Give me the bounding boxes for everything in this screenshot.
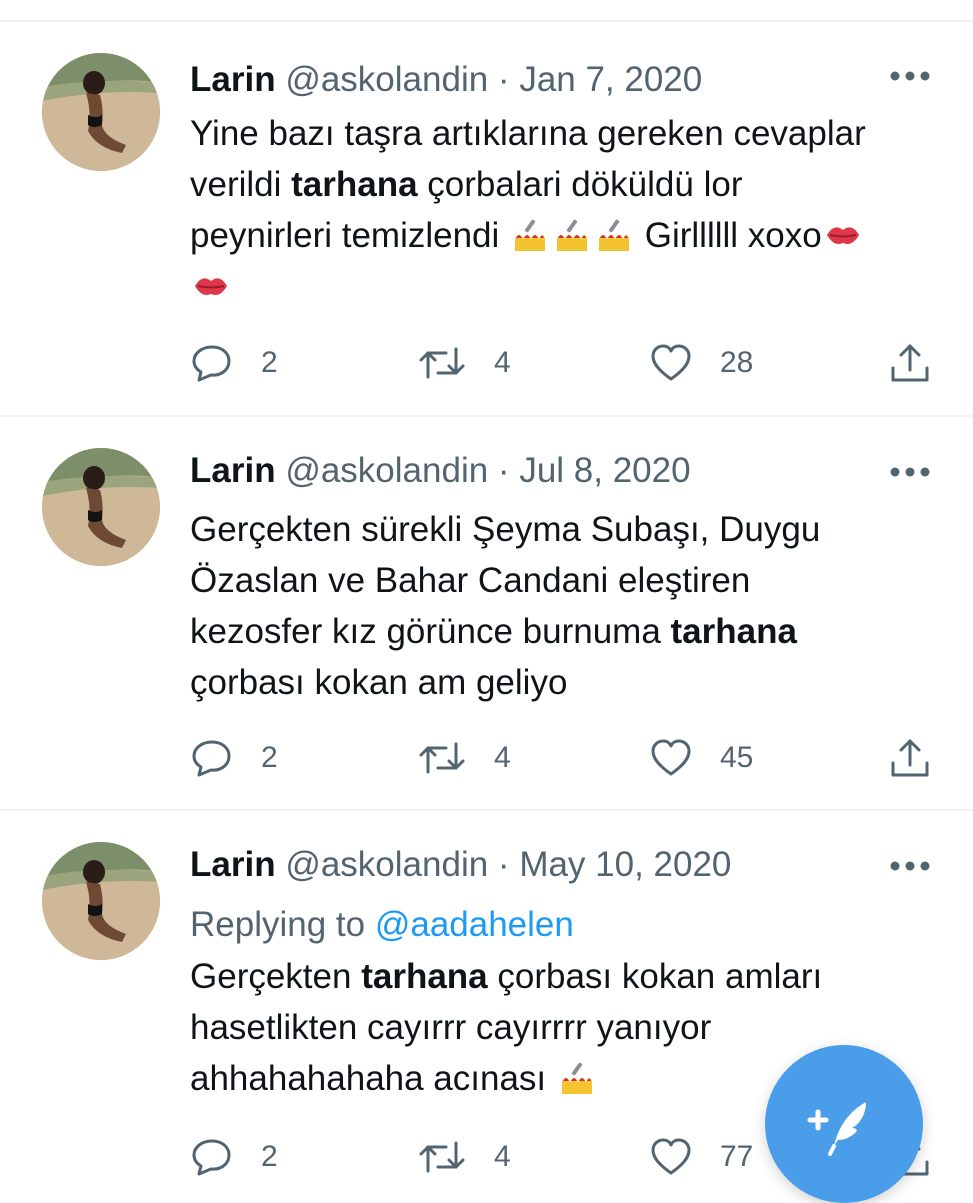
tweet-actions: 2 4 28 [0,338,973,388]
like-count: 45 [720,741,754,774]
text-line: verildi [190,165,292,204]
reply-count: 2 [261,346,278,379]
highlighted-term: tarhana [670,612,797,651]
retweet-icon [419,742,465,774]
kiss-mark-emoji [194,277,228,296]
text-line: Yine bazı taşra artıklarına gereken ceva… [190,114,866,153]
avatar[interactable] [42,53,160,171]
tweet-header: Larin @askolandin · Jul 8, 2020 [190,449,691,493]
reply-icon [192,740,231,777]
reply-count: 2 [261,741,278,774]
like-count: 77 [720,1140,754,1173]
compose-tweet-button[interactable] [765,1045,923,1203]
tweet-header: Larin @askolandin · May 10, 2020 [190,843,731,887]
author-handle[interactable]: @askolandin [285,60,488,99]
text-line: çorbası kokan am geliyo [190,663,568,702]
retweet-count: 4 [494,741,511,774]
text-line: ahhahahahaha acınası [190,1059,556,1098]
tweet-actions: 2 4 45 [0,733,973,783]
text-line: Girllllll xoxo [635,216,822,255]
more-icon[interactable] [888,462,932,482]
avatar[interactable] [42,448,160,566]
text-line: çorbası kokan amları [487,957,823,996]
retweet-count: 4 [494,346,511,379]
nail-polish-emoji [599,219,630,251]
reply-button[interactable]: 2 [191,733,278,783]
retweet-button[interactable]: 4 [418,733,511,783]
like-icon [651,1138,691,1175]
share-icon [891,344,929,382]
text-line: çorbalari döküldü lor [417,165,743,204]
highlighted-term: tarhana [291,165,418,204]
retweet-icon [419,347,465,379]
author-name[interactable]: Larin [190,845,276,884]
text-line: peynirleri temizlendi [190,216,510,255]
more-icon[interactable] [888,66,932,86]
nail-polish-emoji [515,219,546,251]
text-line: kezosfer kız görünce burnuma [190,612,671,651]
like-button[interactable]: 28 [650,338,753,388]
tweet-date[interactable]: May 10, 2020 [519,845,731,884]
avatar[interactable] [42,842,160,960]
like-icon [651,344,691,381]
tweet-header: Larin @askolandin · Jan 7, 2020 [190,58,702,102]
reply-icon [192,345,231,382]
text-line: Özaslan ve Bahar Candani eleştiren [190,561,751,600]
highlighted-term: tarhana [361,957,488,996]
replying-to: Replying to @aadahelen [190,903,574,947]
kiss-mark-emoji [825,226,860,245]
replying-to-mention[interactable]: @aadahelen [375,905,574,944]
tweet-text: Gerçekten sürekli Şeyma Subaşı, Duygu Öz… [190,504,940,708]
reply-icon [192,1139,231,1176]
like-button[interactable]: 77 [650,1132,753,1182]
separator-dot: · [497,845,510,884]
tweet-date[interactable]: Jul 8, 2020 [519,451,690,490]
nail-polish-emoji [561,1062,592,1094]
more-icon[interactable] [888,856,932,876]
share-icon [891,739,929,777]
tweet-date[interactable]: Jan 7, 2020 [519,60,702,99]
share-button[interactable] [889,733,931,783]
compose-tweet-icon [807,1102,866,1156]
reply-button[interactable]: 2 [191,338,278,388]
tweet-text: Yine bazı taşra artıklarına gereken ceva… [190,108,940,312]
author-handle[interactable]: @askolandin [285,845,488,884]
tweet[interactable]: Larin @askolandin · Jan 7, 2020 Yine baz… [0,22,973,417]
nail-polish-emoji [557,219,588,251]
replying-to-label: Replying to [190,905,375,944]
author-handle[interactable]: @askolandin [285,451,488,490]
author-name[interactable]: Larin [190,451,276,490]
like-count: 28 [720,346,754,379]
text-line: Gerçekten sürekli Şeyma Subaşı, Duygu [190,510,821,549]
tweet[interactable]: Larin @askolandin · Jul 8, 2020 Gerçekte… [0,417,973,811]
share-button[interactable] [889,338,931,388]
like-button[interactable]: 45 [650,733,753,783]
separator-dot: · [497,60,510,99]
author-name[interactable]: Larin [190,60,276,99]
text-line: Gerçekten [190,957,362,996]
like-icon [651,739,691,776]
reply-button[interactable]: 2 [191,1132,278,1182]
retweet-button[interactable]: 4 [418,338,511,388]
retweet-button[interactable]: 4 [418,1132,511,1182]
reply-count: 2 [261,1140,278,1173]
separator-dot: · [497,451,510,490]
retweet-count: 4 [494,1140,511,1173]
text-line: hasetlikten cayırrr cayırrrr yanıyor [190,1008,712,1047]
retweet-icon [419,1141,465,1173]
